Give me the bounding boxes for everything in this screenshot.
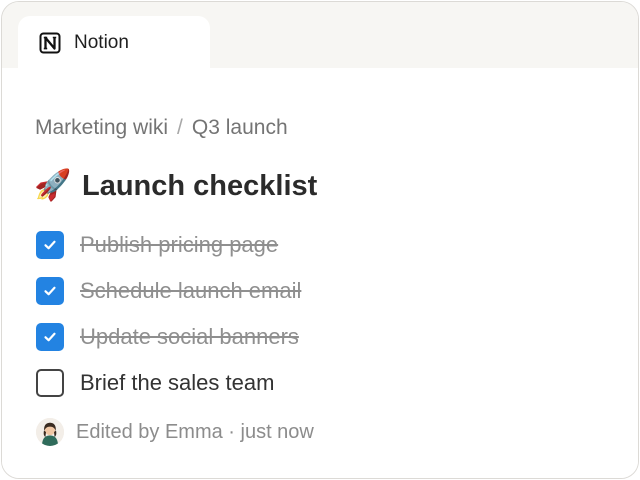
tab-label: Notion: [74, 32, 129, 53]
checkmark-icon: [44, 332, 56, 342]
page-header: 🚀 Launch checklist: [34, 166, 317, 206]
page-content: Marketing wiki / Q3 launch 🚀 Launch checkl…: [2, 68, 638, 478]
todo-item: Update social banners: [36, 314, 301, 360]
edited-status: Edited by Emma · just now: [76, 420, 314, 443]
todo-label[interactable]: Brief the sales team: [80, 370, 274, 396]
checkbox-checked[interactable]: [36, 323, 64, 351]
todo-list: Publish pricing page Schedule launch ema…: [36, 222, 301, 406]
checkbox-checked[interactable]: [36, 231, 64, 259]
todo-label[interactable]: Schedule launch email: [80, 278, 301, 304]
todo-label[interactable]: Publish pricing page: [80, 232, 278, 258]
edit-info: Edited by Emma · just now: [36, 418, 314, 446]
todo-label[interactable]: Update social banners: [80, 324, 299, 350]
todo-item: Schedule launch email: [36, 268, 301, 314]
checkmark-icon: [44, 240, 56, 250]
page-title[interactable]: Launch checklist: [82, 170, 317, 203]
user-avatar-icon[interactable]: [36, 418, 64, 446]
breadcrumb-separator: /: [177, 116, 183, 139]
breadcrumb-item-marketing-wiki[interactable]: Marketing wiki: [35, 116, 168, 139]
app-window: Notion Marketing wiki / Q3 launch 🚀 Launch…: [1, 1, 639, 479]
tab-strip: Notion: [2, 2, 638, 70]
checkmark-icon: [44, 286, 56, 296]
rocket-icon[interactable]: 🚀: [34, 171, 71, 201]
checkbox-unchecked[interactable]: [36, 369, 64, 397]
notion-logo-icon: [38, 31, 62, 55]
todo-item: Publish pricing page: [36, 222, 301, 268]
checkbox-checked[interactable]: [36, 277, 64, 305]
todo-item: Brief the sales team: [36, 360, 301, 406]
breadcrumb-item-q3-launch[interactable]: Q3 launch: [192, 116, 288, 139]
breadcrumb: Marketing wiki / Q3 launch: [35, 116, 288, 140]
tab-notion[interactable]: Notion: [18, 16, 210, 70]
